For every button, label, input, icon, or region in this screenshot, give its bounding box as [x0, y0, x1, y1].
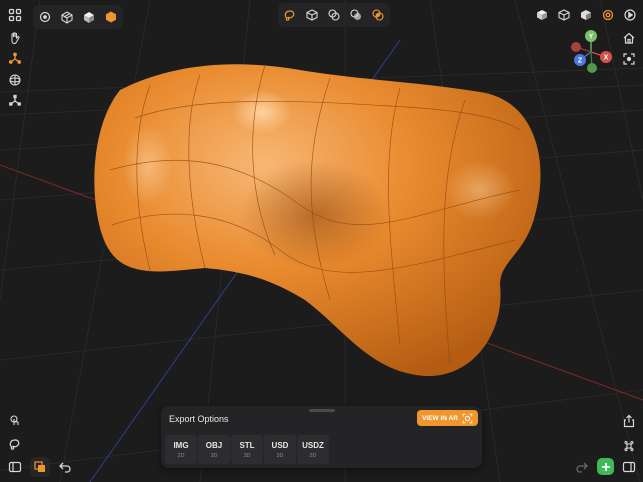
grid-icon[interactable]	[5, 5, 25, 25]
ar-icon	[462, 413, 473, 423]
format-usdz-button[interactable]: USDZ 3D	[297, 435, 329, 464]
rotate-sphere-icon[interactable]	[5, 70, 25, 90]
touch-icon[interactable]	[5, 410, 25, 430]
format-list: IMG 2D OBJ 3D STL 3D USD 3D USDZ 3D	[165, 435, 329, 464]
left-tools	[5, 28, 25, 111]
top-right-toolbar	[532, 5, 640, 25]
orientation-gizmo[interactable]: Y X Z	[566, 28, 616, 76]
redo-icon[interactable]	[572, 457, 592, 477]
solid-box-icon[interactable]	[79, 7, 99, 27]
neg-y-handle[interactable]	[587, 63, 597, 73]
layers-icon[interactable]	[30, 457, 50, 477]
format-usd-button[interactable]: USD 3D	[264, 435, 296, 464]
hand-tool-icon[interactable]	[5, 28, 25, 48]
bottom-right-tools	[619, 411, 639, 456]
cube-shaded-icon[interactable]	[576, 5, 596, 25]
grab-handle[interactable]	[309, 409, 335, 412]
cube-solid-icon[interactable]	[532, 5, 552, 25]
format-name: IMG	[173, 440, 189, 450]
y-axis-label: Y	[589, 34, 594, 41]
view-in-ar-button[interactable]: VIEW IN AR	[417, 410, 478, 426]
subtract-icon[interactable]	[324, 5, 344, 25]
format-name: STL	[239, 440, 255, 450]
lasso-icon[interactable]	[5, 434, 25, 454]
format-obj-button[interactable]: OBJ 3D	[198, 435, 230, 464]
union-icon[interactable]	[346, 5, 366, 25]
undo-icon[interactable]	[55, 457, 75, 477]
export-panel: Export Options VIEW IN AR IMG 2D OBJ 3D …	[161, 406, 482, 468]
add-icon[interactable]	[597, 458, 614, 475]
bottom-left-tools	[5, 410, 25, 454]
cube-outline-icon[interactable]	[554, 5, 574, 25]
scale-axes-icon[interactable]	[5, 91, 25, 111]
format-name: OBJ	[205, 440, 223, 450]
export-panel-title: Export Options	[169, 414, 229, 424]
view-in-ar-label: VIEW IN AR	[422, 414, 458, 422]
command-icon[interactable]	[619, 436, 639, 456]
neg-x-handle[interactable]	[571, 42, 581, 52]
render-settings-icon[interactable]	[598, 5, 618, 25]
format-dim: 2D	[177, 452, 185, 459]
format-dim: 3D	[309, 452, 317, 459]
format-stl-button[interactable]: STL 3D	[231, 435, 263, 464]
right-tools	[619, 28, 639, 69]
wire-box-icon[interactable]	[57, 7, 77, 27]
bottom-right-bar	[572, 457, 639, 477]
format-name: USDZ	[302, 440, 324, 450]
home-icon[interactable]	[619, 28, 639, 48]
intersect-icon[interactable]	[368, 5, 388, 25]
format-name: USD	[271, 440, 289, 450]
play-icon[interactable]	[620, 5, 640, 25]
z-axis-label: Z	[578, 58, 583, 65]
format-dim: 3D	[276, 452, 284, 459]
cube-icon[interactable]	[302, 5, 322, 25]
shaded-hex-icon[interactable]	[101, 7, 121, 27]
share-icon[interactable]	[619, 411, 639, 431]
sidebar-icon[interactable]	[5, 457, 25, 477]
panel-right-icon[interactable]	[619, 457, 639, 477]
point-mode-icon[interactable]	[35, 7, 55, 27]
focus-icon[interactable]	[619, 49, 639, 69]
lasso-select-icon[interactable]	[280, 5, 300, 25]
format-dim: 3D	[210, 452, 218, 459]
view-mode-group	[33, 5, 123, 29]
format-img-button[interactable]: IMG 2D	[165, 435, 197, 464]
x-axis-label: X	[604, 55, 609, 62]
move-axes-icon[interactable]	[5, 49, 25, 69]
top-left-toolbar	[5, 5, 123, 29]
format-dim: 3D	[243, 452, 251, 459]
bottom-left-bar	[5, 457, 75, 477]
top-center-toolbar	[278, 3, 390, 27]
